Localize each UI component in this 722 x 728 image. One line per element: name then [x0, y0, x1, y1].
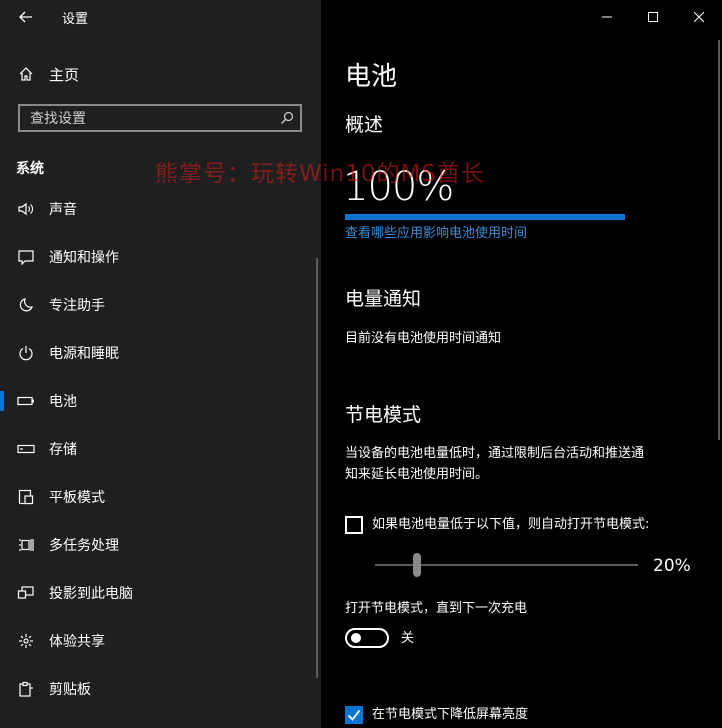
section-heading-system: 系统	[16, 161, 44, 177]
battery-level-fill	[345, 214, 625, 220]
sidebar-item-multitasking[interactable]: 多任务处理	[0, 521, 321, 569]
power-icon	[15, 345, 37, 361]
search-input[interactable]	[28, 108, 272, 130]
clipboard-icon	[15, 681, 37, 697]
minimize-icon	[602, 16, 612, 18]
sidebar-item-label: 体验共享	[49, 634, 105, 650]
sidebar-item-label: 投影到此电脑	[49, 586, 133, 602]
sidebar-item-label: 专注助手	[49, 298, 105, 314]
battery-percent: 100%	[343, 164, 454, 210]
maximize-button[interactable]	[630, 0, 676, 34]
overview-heading: 概述	[345, 114, 384, 136]
sidebar-item-battery[interactable]: 电池	[0, 377, 321, 425]
sidebar-item-tablet-mode[interactable]: 平板模式	[0, 473, 321, 521]
search-icon[interactable]	[280, 110, 294, 129]
tablet-mode-icon	[15, 489, 37, 505]
battery-saver-toggle[interactable]	[345, 628, 389, 648]
sidebar-item-label: 平板模式	[49, 490, 105, 506]
search-box[interactable]	[18, 104, 302, 132]
brightness-label: 在节电模式下降低屏幕亮度	[372, 707, 529, 722]
content-scrollbar[interactable]	[718, 40, 720, 440]
sidebar-scrollbar[interactable]	[316, 258, 318, 678]
threshold-slider-thumb[interactable]	[413, 553, 421, 577]
sidebar-item-label: 电池	[49, 394, 77, 410]
battery-icon	[15, 396, 37, 406]
minimize-button[interactable]	[584, 0, 630, 34]
description-line: 当设备的电池电量低时，通过限制后台活动和推送通	[345, 446, 645, 461]
sidebar-item-label: 剪贴板	[49, 682, 91, 698]
speaker-icon	[15, 201, 37, 217]
battery-saver-description: 当设备的电池电量低时，通过限制后台活动和推送通 知来延长电池使用时间。	[345, 443, 715, 485]
close-button[interactable]	[676, 0, 722, 34]
home-nav-item[interactable]: 主页	[0, 58, 321, 90]
sidebar: 设置 主页 系统 声音 通知和操作 专注助手	[0, 0, 321, 728]
back-arrow-icon	[19, 11, 32, 23]
app-title: 设置	[62, 12, 89, 27]
moon-icon	[15, 297, 37, 313]
maximize-icon	[648, 12, 658, 22]
saver-toggle-label: 打开节电模式，直到下一次充电	[345, 601, 528, 616]
sidebar-item-label: 声音	[49, 202, 77, 218]
home-icon	[16, 66, 36, 82]
sidebar-item-notifications[interactable]: 通知和操作	[0, 233, 321, 281]
notification-icon	[15, 249, 37, 265]
page-title: 电池	[345, 62, 398, 92]
sidebar-item-label: 通知和操作	[49, 250, 119, 266]
battery-page: 电池 概述 100% 查看哪些应用影响电池使用时间 电量通知 目前没有电池使用时…	[321, 0, 722, 728]
projection-icon	[15, 585, 37, 601]
sidebar-item-shared-experiences[interactable]: 体验共享	[0, 617, 321, 665]
toggle-state: 关	[401, 631, 415, 646]
shared-experiences-icon	[15, 633, 37, 649]
toggle-knob	[351, 633, 361, 643]
brightness-checkbox[interactable]	[345, 705, 363, 724]
sidebar-item-clipboard[interactable]: 剪贴板	[0, 665, 321, 713]
description-line: 知来延长电池使用时间。	[345, 467, 489, 482]
sidebar-item-power-sleep[interactable]: 电源和睡眠	[0, 329, 321, 377]
auto-saver-label: 如果电池电量低于以下值，则自动打开节电模式:	[372, 517, 650, 532]
multitasking-icon	[15, 537, 37, 553]
sidebar-item-focus-assist[interactable]: 专注助手	[0, 281, 321, 329]
sidebar-item-storage[interactable]: 存储	[0, 425, 321, 473]
sidebar-nav: 声音 通知和操作 专注助手 电源和睡眠 电池 存储 平板模式 多任务处理 投影到…	[0, 185, 321, 713]
auto-saver-checkbox-row[interactable]: 如果电池电量低于以下值，则自动打开节电模式:	[345, 514, 649, 535]
threshold-value: 20%	[653, 556, 691, 576]
battery-level-bar	[345, 214, 625, 220]
sidebar-item-sound[interactable]: 声音	[0, 185, 321, 233]
notifications-text: 目前没有电池使用时间通知	[345, 331, 502, 346]
storage-icon	[15, 444, 37, 454]
sidebar-item-project-to-pc[interactable]: 投影到此电脑	[0, 569, 321, 617]
back-button[interactable]	[8, 2, 44, 32]
checkmark-icon	[347, 709, 361, 721]
close-icon	[694, 12, 704, 22]
sidebar-item-label: 存储	[49, 442, 77, 458]
auto-saver-checkbox[interactable]	[345, 515, 363, 534]
sidebar-item-label: 电源和睡眠	[49, 346, 119, 362]
brightness-checkbox-row[interactable]: 在节电模式下降低屏幕亮度	[345, 704, 528, 725]
sidebar-item-label: 多任务处理	[49, 538, 119, 554]
battery-saver-heading: 节电模式	[345, 404, 422, 426]
home-label: 主页	[49, 65, 80, 84]
notifications-heading: 电量通知	[345, 288, 422, 310]
app-battery-usage-link[interactable]: 查看哪些应用影响电池使用时间	[345, 222, 527, 241]
